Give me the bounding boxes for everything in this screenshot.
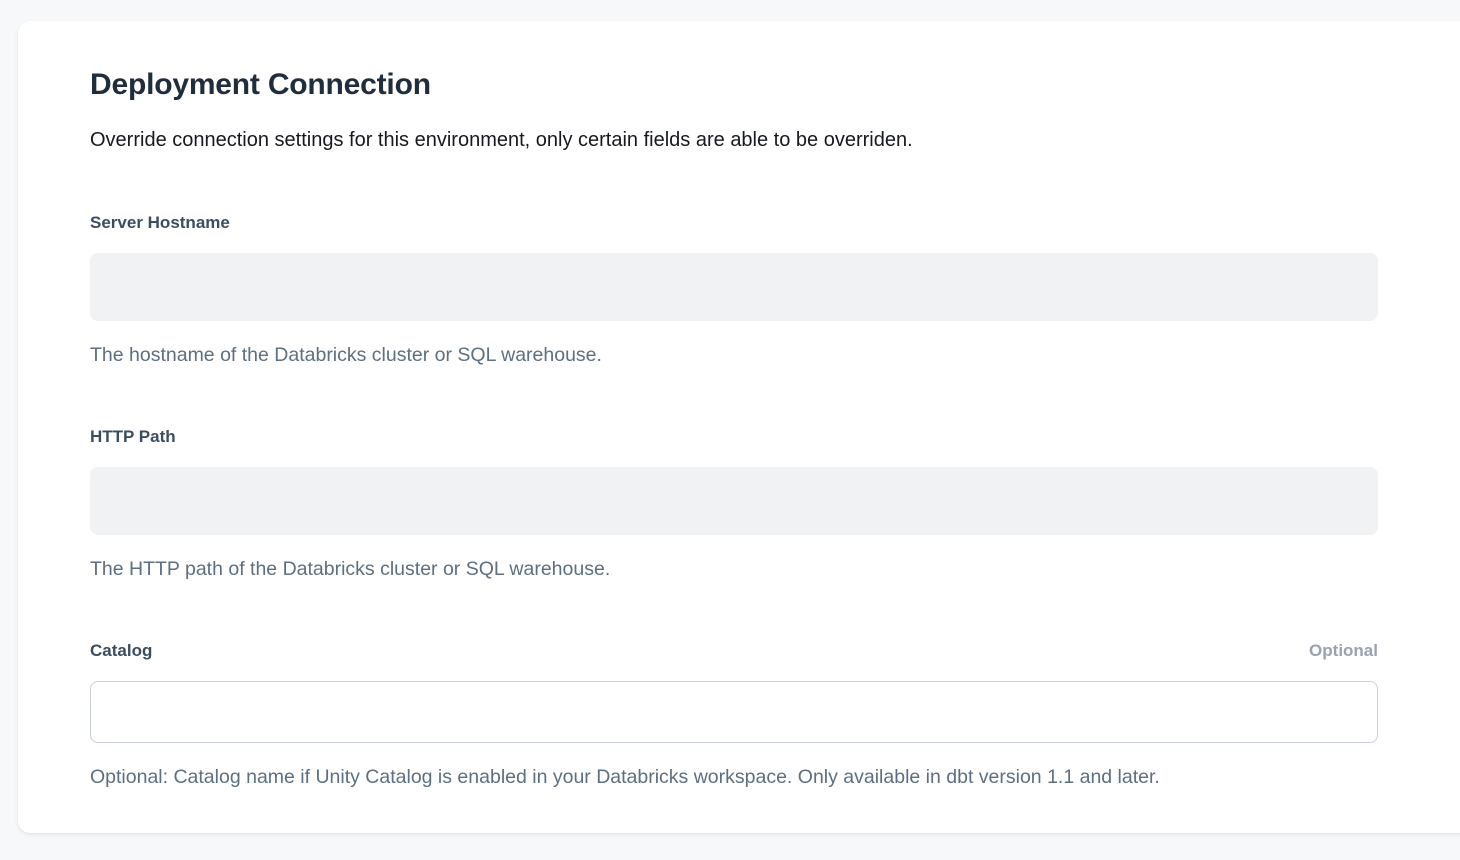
- http-path-help-text: The HTTP path of the Databricks cluster …: [90, 557, 1378, 581]
- card-content: Deployment Connection Override connectio…: [18, 21, 1378, 789]
- server-hostname-field-group: Server Hostname The hostname of the Data…: [90, 213, 1378, 367]
- server-hostname-help-text: The hostname of the Databricks cluster o…: [90, 343, 1378, 367]
- server-hostname-label: Server Hostname: [90, 213, 230, 233]
- page-title: Deployment Connection: [90, 67, 1378, 103]
- catalog-help-text: Optional: Catalog name if Unity Catalog …: [90, 765, 1378, 789]
- http-path-field-group: HTTP Path The HTTP path of the Databrick…: [90, 427, 1378, 581]
- server-hostname-label-row: Server Hostname: [90, 213, 1378, 235]
- optional-badge: Optional: [1309, 641, 1378, 661]
- catalog-input[interactable]: [90, 681, 1378, 743]
- http-path-label-row: HTTP Path: [90, 427, 1378, 449]
- catalog-label: Catalog: [90, 641, 152, 661]
- page-subtitle: Override connection settings for this en…: [90, 127, 1378, 153]
- catalog-field-group: Catalog Optional Optional: Catalog name …: [90, 641, 1378, 789]
- http-path-input: [90, 467, 1378, 535]
- http-path-label: HTTP Path: [90, 427, 176, 447]
- server-hostname-input: [90, 253, 1378, 321]
- catalog-label-row: Catalog Optional: [90, 641, 1378, 663]
- deployment-connection-card: Deployment Connection Override connectio…: [18, 21, 1460, 833]
